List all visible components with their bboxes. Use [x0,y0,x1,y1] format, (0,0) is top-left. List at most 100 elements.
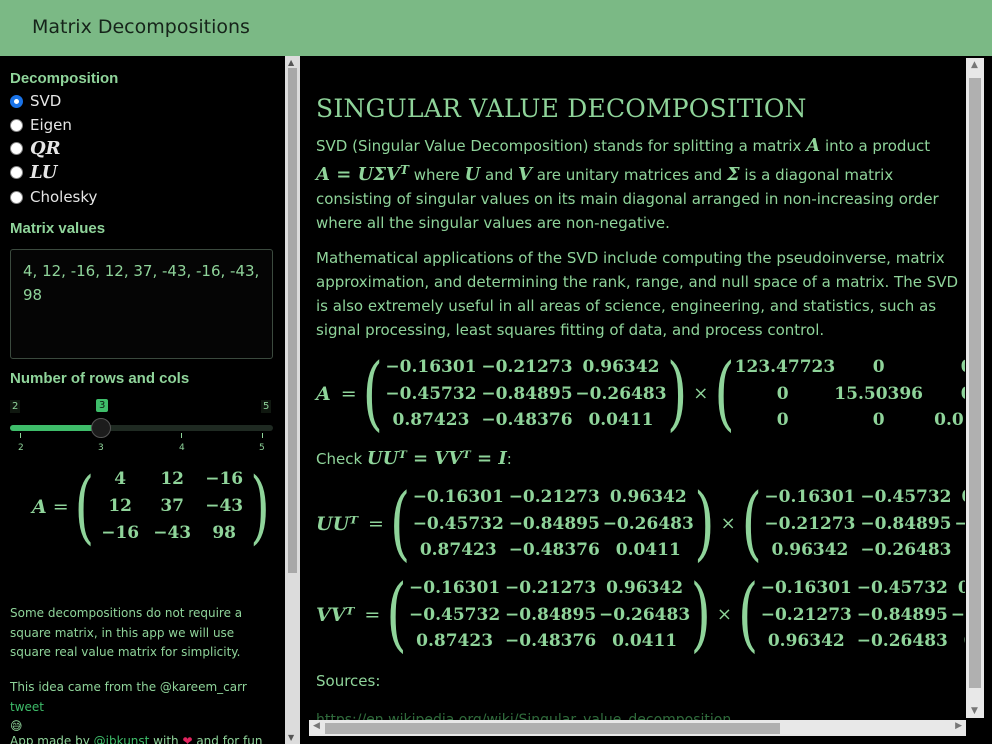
matrix-a-name: A [32,495,47,518]
radio-svd-indicator[interactable] [10,94,23,108]
matrix-cell: 0.87423 [954,484,966,511]
radio-cholesky[interactable]: Cholesky [10,186,97,208]
left-paren: ( [362,347,383,441]
radio-eigen[interactable]: Eigen [10,114,72,136]
matrix-cell: −0.48376 [950,604,965,625]
matrix-cell: 0 [776,410,789,430]
matrix-cell: −0.16301 [760,578,852,598]
matrix-cell: 0.0188 [934,410,965,430]
radio-lu[interactable]: LU [10,161,57,183]
slider-thumb[interactable] [91,418,111,438]
matrix-cell: −16 [101,523,140,543]
main-hscroll-thumb[interactable] [325,723,780,734]
matrix-cell: −0.84895 [508,513,600,534]
scroll-up-icon[interactable]: ▲ [288,58,294,67]
matrix-cell: −0.45732 [412,513,504,534]
matrix-cell: 0.96342 [606,578,684,598]
radio-eigen-indicator[interactable] [10,118,23,132]
matrix-cell: 0 [927,354,965,381]
matrix-values-input[interactable]: 4, 12, -16, 12, 37, -43, -16, -43, 98 [10,249,273,359]
radio-lu-indicator[interactable] [10,165,23,179]
matrix-cell: 0.0411 [612,631,678,651]
matrix-cell: −0.48376 [505,631,597,651]
matrix-cell: 0.0411 [615,540,681,560]
rows-cols-label: Number of rows and cols [10,370,190,387]
math-v: V [518,164,532,185]
scroll-down-icon[interactable]: ▼ [971,706,978,716]
left-paren: ( [738,568,759,662]
matrix-cell: 0 [776,383,789,404]
left-paren: ( [389,477,411,571]
matrix-cell: −0.26483 [599,604,691,625]
matrix-cell: 15.50396 [834,383,924,404]
radio-svd[interactable]: SVD [10,90,61,112]
math-u: U [464,164,481,185]
matrix-cell: 0.0411 [954,537,965,564]
matrix-cell: 37 [160,496,185,516]
idea-credit: This idea came from the @kareem_carr twe… [10,678,275,737]
author-link[interactable]: @jbkunst [94,734,150,744]
page-title: SINGULAR VALUE DECOMPOSITION [316,94,807,123]
app-title: Matrix Decompositions [32,16,250,38]
heart-icon: ❤ [182,734,193,744]
scroll-right-icon[interactable]: ▶ [955,721,962,731]
main-vertical-scrollbar[interactable]: ▲ ▼ [966,58,984,718]
math-svd-eq: A = UΣV [316,164,400,185]
matrix-cell: 4 [114,469,127,489]
scroll-up-icon[interactable]: ▲ [971,60,978,70]
sidebar-matrix-a: A = ( 4 12 −16 12 37 −43 −16 −43 98 ) [32,460,270,553]
main-vscroll-thumb[interactable] [969,78,981,688]
slider-fill [10,425,101,431]
left-paren: ( [741,477,762,571]
sidebar-scroll-thumb[interactable] [288,68,297,573]
matrix-cell: −0.21273 [764,513,856,534]
svd-equation: A = ( −0.16301 −0.21273 0.96342 −0.45732 −0.… [316,347,965,440]
radio-lu-label: LU [30,161,58,183]
matrix-cell: −0.21273 [760,604,852,625]
tweet-link[interactable]: tweet [10,700,44,714]
scroll-left-icon[interactable]: ◀ [313,721,320,731]
matrix-cell: −0.48376 [508,540,600,560]
matrix-cell: 0.87423 [416,631,494,651]
eq3-lhs: VVᵀ [316,603,355,626]
matrix-cell: −43 [205,496,244,516]
radio-qr[interactable]: QR [10,137,61,159]
matrix-u-transpose: −0.16301−0.457320.87423−0.21273−0.84895−… [762,484,965,564]
matrix-cell: 12 [108,496,133,516]
math-sigma: Σ [726,164,740,185]
radio-qr-indicator[interactable] [10,141,23,155]
matrix-cell: −0.45732 [385,383,477,404]
slider-tick [181,433,182,438]
matrix-cell: −0.26483 [856,631,948,651]
matrix-cell: 12 [160,469,185,489]
matrix-sigma: 123.4772300015.503960000.0188 [735,354,965,434]
matrix-cell: 0.96342 [582,357,660,377]
equals-sign: = [52,495,69,518]
left-paren: ( [386,568,407,662]
rows-cols-slider[interactable]: 2 3 5 2 3 4 5 [10,396,273,456]
made-by-with: with [149,734,183,744]
matrix-cell: −43 [153,523,192,543]
slider-tick [262,433,263,438]
made-by-end: and for fun [192,734,263,744]
matrix-cell: 0.0411 [588,410,654,430]
scroll-down-icon[interactable]: ▼ [288,733,294,742]
math-a: A [806,135,821,156]
matrix-cell: 0 [927,381,965,408]
matrix-cell: −0.48376 [954,513,965,534]
matrix-cell: 0 [872,410,885,430]
right-paren: ) [694,477,715,571]
radio-cholesky-indicator[interactable] [10,190,23,204]
desc-text: SVD (Singular Value Decomposition) stand… [316,137,807,155]
check-equation: UUᵀ = VVᵀ = I [366,448,507,469]
matrix-cell: −0.84895 [481,383,573,404]
svd-applications: Mathematical applications of the SVD inc… [316,249,959,339]
sidebar-scrollbar[interactable]: ▲ ▼ [285,56,300,744]
right-paren: ) [690,568,711,662]
matrix-cell: 0.87423 [419,540,497,560]
sidebar-matrix-grid: 4 12 −16 12 37 −43 −16 −43 98 [94,466,250,547]
matrix-cell: −0.16301 [764,487,856,507]
matrix-cell: 0.96342 [609,487,687,507]
main-horizontal-scrollbar[interactable]: ◀ ▶ [309,720,966,736]
times-sign: × [693,383,709,405]
